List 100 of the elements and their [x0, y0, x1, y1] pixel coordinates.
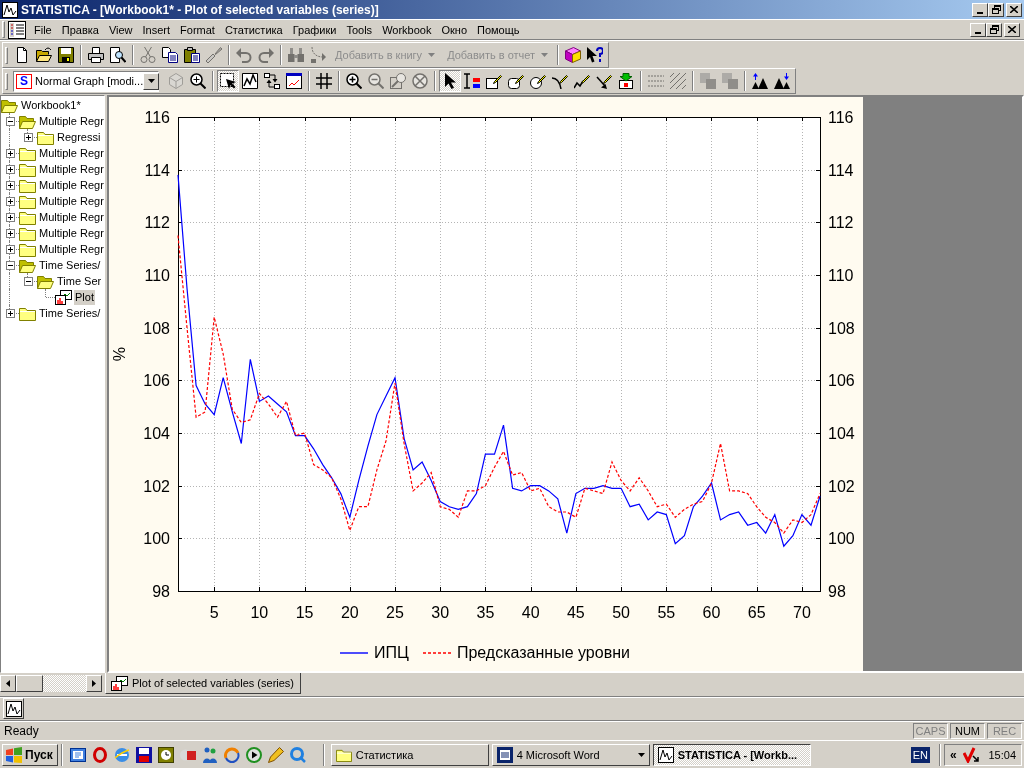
expand-icon[interactable] [5, 212, 15, 222]
folder-icon [19, 145, 36, 161]
y-tick-label: 98 [152, 583, 170, 600]
tree-item[interactable]: Plot [74, 289, 95, 305]
play-icon[interactable] [245, 747, 262, 763]
close-button[interactable] [1006, 2, 1022, 17]
clock-icon[interactable] [157, 747, 174, 763]
folder-icon [19, 241, 36, 257]
swap-button[interactable] [261, 70, 283, 92]
menu-item[interactable]: Insert [137, 21, 176, 38]
restore-button[interactable] [988, 2, 1004, 17]
menu-item[interactable]: File [29, 21, 57, 38]
minimize-icon [975, 31, 981, 34]
menu-item[interactable]: Правка [56, 21, 104, 38]
expand-icon[interactable] [5, 308, 15, 318]
tree-item[interactable]: Multiple Regr [38, 193, 104, 209]
paste-button[interactable] [181, 44, 203, 66]
magnifier-icon [190, 73, 206, 89]
expand-icon[interactable] [5, 164, 15, 174]
y-tick-label: 102 [828, 477, 855, 495]
start-button[interactable]: Пуск [2, 744, 58, 766]
document-tab[interactable]: Plot of selected variables (series) [105, 673, 301, 694]
axis-title: % [111, 346, 128, 362]
menu-item[interactable]: Workbook [377, 21, 437, 38]
y-tick-label: 116 [828, 109, 854, 126]
ring-icon[interactable] [91, 747, 108, 763]
tree-item[interactable]: Multiple Regr [38, 241, 104, 257]
menu-item[interactable]: Format [175, 21, 220, 38]
menu-item[interactable]: Статистика [219, 21, 288, 38]
sphere-block-icon[interactable] [179, 747, 196, 763]
graph-style-combobox[interactable]: S Normal Graph [modi... [13, 70, 159, 92]
graph-window-button[interactable] [3, 698, 24, 719]
check-arrow-icon[interactable] [962, 747, 979, 763]
scrollbar-thumb[interactable] [16, 675, 43, 692]
tree-item[interactable]: Multiple Regr [38, 113, 104, 129]
tree-item[interactable]: Time Series/ [38, 257, 102, 273]
magnifier-ring-icon[interactable] [289, 747, 306, 763]
tree-item[interactable]: Time Ser [56, 273, 103, 289]
taskbar-button[interactable]: STATISTICA - [Workb... [652, 744, 811, 766]
dropdown-button[interactable] [143, 72, 160, 90]
folder-icon [19, 193, 36, 209]
tree-item[interactable]: Multiple Regr [38, 225, 104, 241]
horizontal-scrollbar[interactable] [0, 675, 102, 692]
expand-icon[interactable] [5, 148, 15, 158]
menu-item[interactable]: Tools [341, 21, 378, 38]
graph-window-button[interactable] [283, 70, 305, 92]
globe-icon[interactable] [113, 747, 130, 763]
minimize-button[interactable] [970, 22, 986, 37]
text-tool-button[interactable] [461, 70, 483, 92]
menu-item[interactable]: Окно [436, 21, 472, 38]
tree-item[interactable]: Time Series/ [38, 305, 102, 321]
chart-document-icon [111, 675, 128, 691]
expand-icon[interactable] [5, 180, 15, 190]
expand-icon[interactable] [23, 132, 33, 142]
restore-button[interactable] [986, 22, 1002, 37]
graph-button[interactable] [239, 70, 261, 92]
x-tick-label: 5 [209, 604, 219, 621]
scroll-right-button[interactable] [86, 675, 102, 692]
language-indicator[interactable]: EN [910, 747, 930, 763]
collapse-icon[interactable] [5, 260, 15, 270]
copy-button[interactable] [159, 44, 181, 66]
x-tick-label: 50 [612, 604, 630, 621]
print-preview-button[interactable] [107, 44, 129, 66]
print-button[interactable] [85, 44, 107, 66]
minimize-button[interactable] [972, 2, 988, 17]
workbook-icon[interactable] [8, 20, 26, 39]
notepad-icon[interactable] [69, 747, 86, 763]
menu-item[interactable]: Помощь [472, 21, 525, 38]
select-button[interactable] [217, 70, 239, 92]
tree-item[interactable]: Multiple Regr [38, 209, 104, 225]
tree-item[interactable]: Workbook1* [20, 97, 82, 113]
taskbar-button[interactable]: Статистика [330, 744, 489, 766]
pencil-icon[interactable] [267, 747, 284, 763]
grid-icon [316, 73, 332, 89]
tree-item[interactable]: Regressi [56, 129, 102, 145]
swirl-icon[interactable] [223, 747, 240, 763]
tree-item[interactable]: Multiple Regr [38, 145, 104, 161]
menu-item[interactable]: Графики [287, 21, 342, 38]
collapse-icon[interactable] [23, 276, 33, 286]
font-smaller-button[interactable] [771, 70, 793, 92]
people-icon[interactable] [201, 747, 218, 763]
tree-item[interactable]: Multiple Regr [38, 161, 104, 177]
zoom-button[interactable] [187, 70, 209, 92]
save-button[interactable] [55, 44, 77, 66]
expand-icon[interactable] [5, 196, 15, 206]
tree-item[interactable]: Multiple Regr [38, 177, 104, 193]
expand-icon[interactable] [5, 228, 15, 238]
taskbar-button[interactable]: 4 Microsoft Word [491, 744, 650, 766]
zoom-in-button[interactable] [343, 70, 365, 92]
collapse-icon[interactable] [5, 116, 15, 126]
menu-item[interactable]: View [103, 21, 138, 38]
waveform-icon[interactable] [2, 1, 18, 18]
grid-button[interactable] [313, 70, 335, 92]
expand-icon[interactable] [5, 244, 15, 254]
freehand-pencil-icon [574, 73, 590, 89]
show-hidden-icons-button[interactable]: « [950, 748, 957, 762]
font-larger-button[interactable] [749, 70, 771, 92]
scroll-left-button[interactable] [0, 675, 16, 692]
pointer-button[interactable] [439, 70, 461, 92]
close-button[interactable] [1004, 22, 1020, 37]
